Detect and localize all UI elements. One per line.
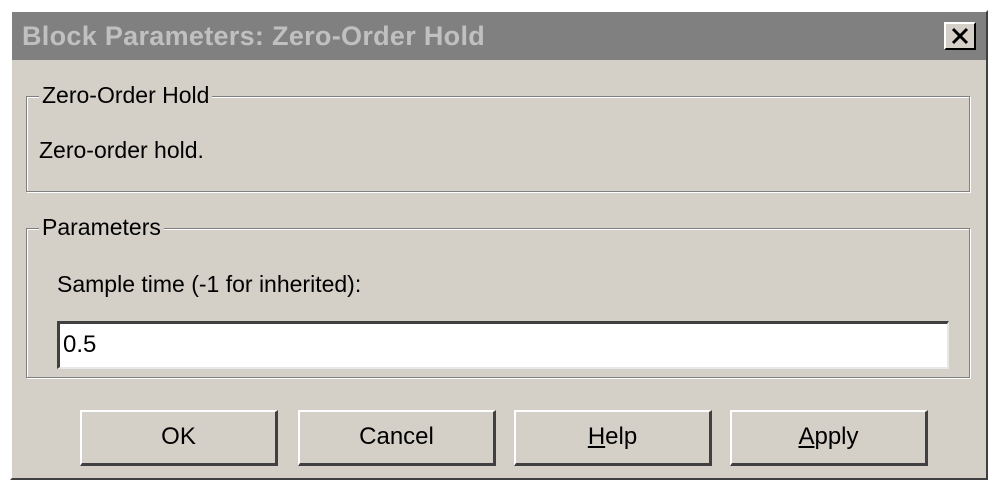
cancel-button[interactable]: Cancel xyxy=(298,410,496,466)
block-group-legend: Zero-Order Hold xyxy=(39,82,213,109)
parameters-group: Parameters Sample time (-1 for inherited… xyxy=(26,214,970,378)
close-icon[interactable] xyxy=(944,22,976,50)
block-parameters-dialog: Block Parameters: Zero-Order Hold Zero-O… xyxy=(10,10,988,480)
ok-button[interactable]: OK xyxy=(80,410,278,466)
help-mnemonic: H xyxy=(587,423,606,450)
help-label-rest: elp xyxy=(605,423,638,450)
apply-button[interactable]: Apply xyxy=(730,410,928,466)
window-title: Block Parameters: Zero-Order Hold xyxy=(22,21,486,51)
apply-label-rest: pply xyxy=(814,423,859,450)
title-bar[interactable]: Block Parameters: Zero-Order Hold xyxy=(12,12,986,60)
sample-time-label: Sample time (-1 for inherited): xyxy=(57,271,362,297)
apply-mnemonic: A xyxy=(798,423,815,450)
sample-time-input[interactable]: 0.5 xyxy=(57,321,949,369)
block-description: Zero-order hold. xyxy=(39,137,204,163)
block-description-group: Zero-Order Hold Zero-order hold. xyxy=(26,82,970,192)
parameters-group-legend: Parameters xyxy=(39,214,164,241)
close-x-glyph xyxy=(951,27,969,45)
help-button[interactable]: Help xyxy=(514,410,712,466)
